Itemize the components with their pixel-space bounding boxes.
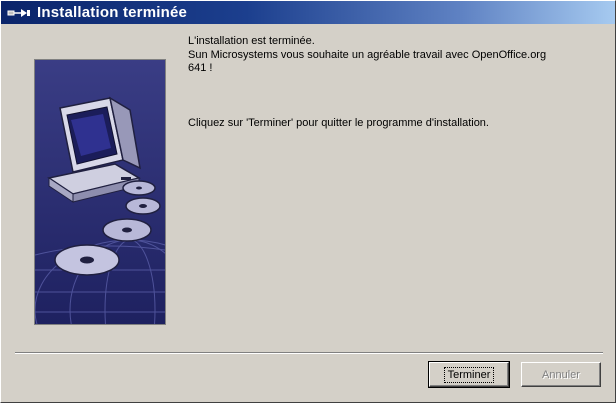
installer-dialog: Installation terminée L'installation est… [0,0,616,403]
cancel-button[interactable]: Annuler [521,362,601,387]
message-line-2: Sun Microsystems vous souhaite un agréab… [188,48,547,61]
message-line-4: Cliquez sur 'Terminer' pour quitter le p… [188,116,489,129]
completion-message: L'installation est terminée. Sun Microsy… [188,35,598,130]
finish-button-label: Terminer [443,366,495,383]
finish-button[interactable]: Terminer [428,361,510,388]
cancel-button-label: Annuler [542,368,580,381]
separator [15,352,603,354]
window-title: Installation terminée [37,4,188,21]
message-line-1: L'installation est terminée. [188,35,315,47]
title-bar[interactable]: Installation terminée [1,1,615,24]
message-line-3: 641 ! [188,62,213,74]
computer-with-cds-illustration [34,59,226,381]
setup-app-icon[interactable] [7,6,31,20]
